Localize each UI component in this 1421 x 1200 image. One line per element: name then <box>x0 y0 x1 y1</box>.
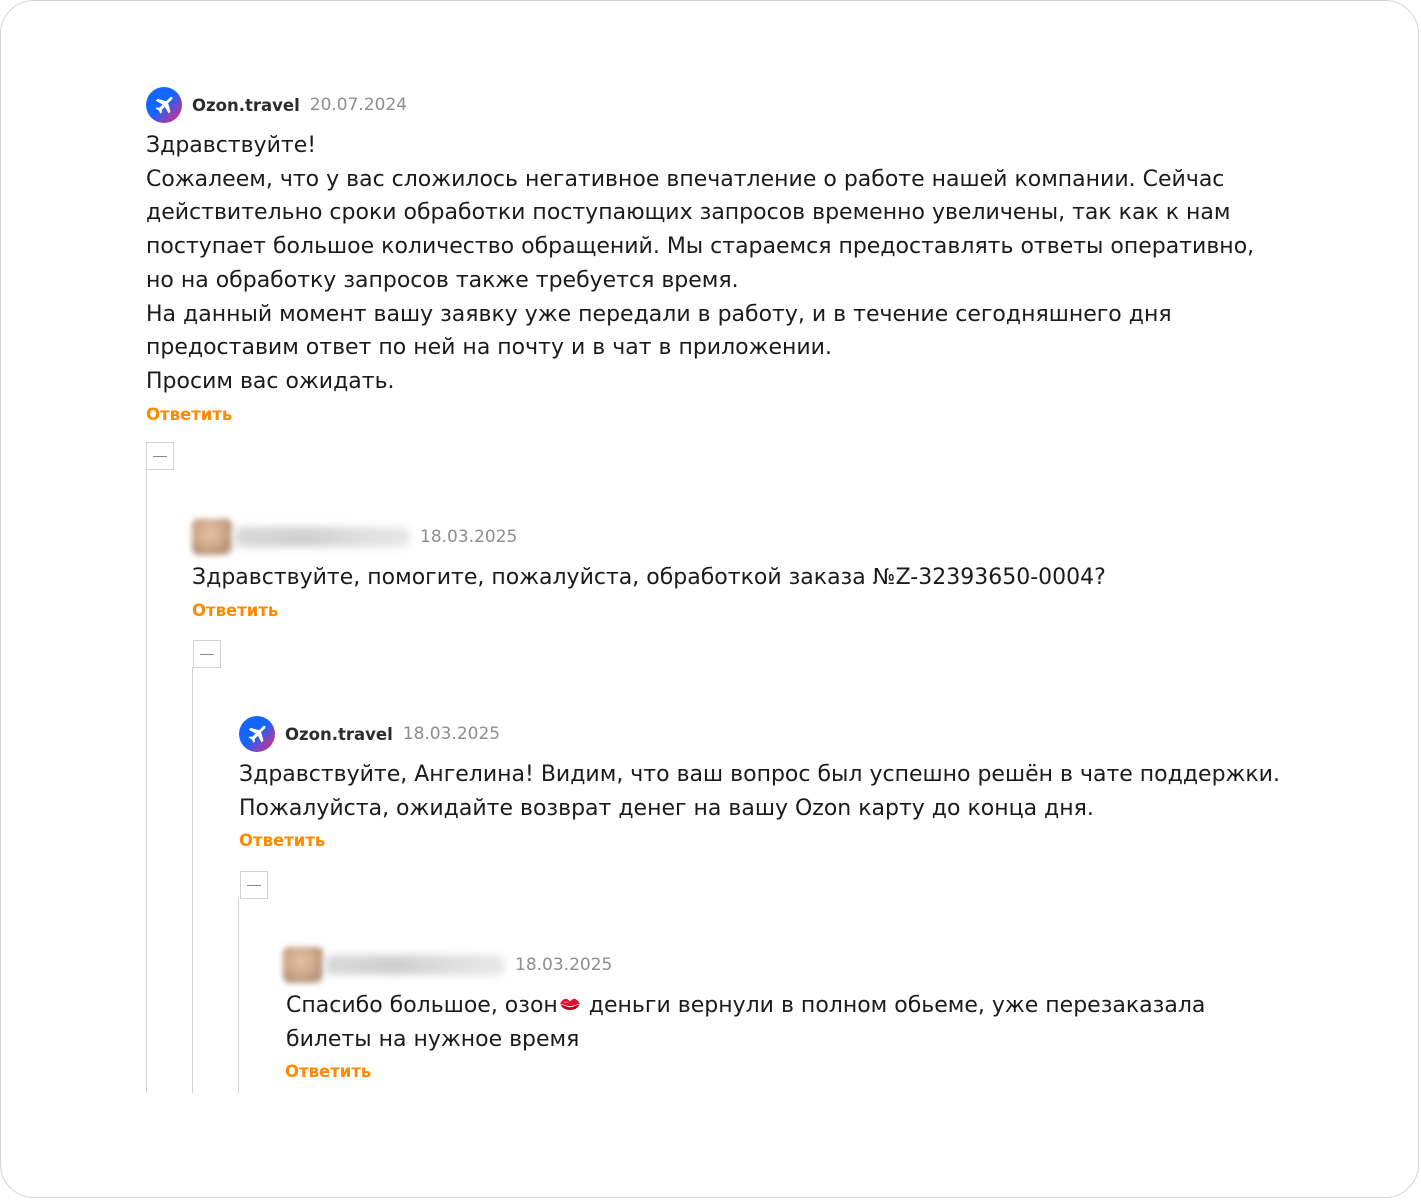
comment-text-line: Пожалуйста, ожидайте возврат денег на ва… <box>239 795 1094 821</box>
airplane-icon <box>248 725 266 743</box>
comment-author[interactable]: Ozon.travel <box>192 96 300 115</box>
collapse-thread-button[interactable] <box>240 871 268 899</box>
comment-user-2: 18.03.2025 Спасибо большое, озон деньги … <box>283 946 1373 1081</box>
comment-text-line: билеты на нужное время <box>286 1026 580 1052</box>
user-avatar[interactable] <box>192 519 232 555</box>
comment-text-part: Спасибо большое, озон <box>286 993 558 1018</box>
comment-text-line: действительно сроки обработки поступающи… <box>146 200 1231 226</box>
kiss-mark-icon <box>559 998 580 1010</box>
user-avatar[interactable] <box>283 947 323 983</box>
thread-line-level-2 <box>192 667 193 1093</box>
comment-ozon-travel-2: Ozon.travel 18.03.2025 Здравствуйте, Анг… <box>239 715 1359 850</box>
comment-text-line: но на обработку запросов также требуется… <box>146 267 739 293</box>
reply-button[interactable]: Ответить <box>285 1062 371 1081</box>
comment-text-line: Здравствуйте! <box>146 133 317 158</box>
comment-text: Здравствуйте, помогите, пожалуйста, обра… <box>192 561 1342 595</box>
comment-text-line: Здравствуйте, помогите, пожалуйста, обра… <box>192 565 1106 590</box>
thread-line-level-1 <box>146 470 147 1093</box>
comment-header: 18.03.2025 <box>283 946 1373 984</box>
comment-header: Ozon.travel 18.03.2025 <box>239 715 1359 753</box>
comment-text-line: Здравствуйте, Ангелина! Видим, что ваш в… <box>239 762 1280 787</box>
comment-date: 18.03.2025 <box>420 527 518 547</box>
comment-text: Здравствуйте, Ангелина! Видим, что ваш в… <box>239 758 1359 825</box>
ozon-travel-avatar[interactable] <box>146 87 182 123</box>
comment-date: 20.07.2024 <box>309 95 408 115</box>
ozon-travel-avatar[interactable] <box>239 716 275 752</box>
comment-date: 18.03.2025 <box>515 955 613 975</box>
comment-text-line: Сожалеем, что у вас сложилось негативное… <box>146 166 1225 192</box>
blurred-author-name <box>234 527 410 547</box>
comment-text-line: предоставим ответ по ней на почту и в ча… <box>146 335 832 361</box>
collapse-thread-button[interactable] <box>146 442 174 470</box>
reply-button[interactable]: Ответить <box>192 601 278 620</box>
comment-header: 18.03.2025 <box>192 518 1342 556</box>
collapse-thread-button[interactable] <box>193 640 221 668</box>
airplane-icon <box>155 96 173 114</box>
comment-text: Спасибо большое, озон деньги вернули в п… <box>286 989 1373 1056</box>
comment-text-line: поступает большое количество обращений. … <box>146 234 1255 260</box>
thread-line-level-3 <box>238 898 239 1093</box>
comment-text-part: деньги вернули в полном обьеме, уже пере… <box>581 993 1206 1018</box>
comment-text: Здравствуйте! Сожалеем, что у вас сложил… <box>146 129 1346 399</box>
reply-button[interactable]: Ответить <box>146 405 232 424</box>
reply-button[interactable]: Ответить <box>239 831 325 850</box>
comment-text-line: Просим вас ожидать. <box>146 368 395 394</box>
comment-author[interactable]: Ozon.travel <box>285 725 393 744</box>
comment-text-line: Спасибо большое, озон деньги вернули в п… <box>286 989 1373 1023</box>
comment-header: Ozon.travel 20.07.2024 <box>146 86 1346 124</box>
blurred-author-name <box>325 955 505 975</box>
comment-user-1: 18.03.2025 Здравствуйте, помогите, пожал… <box>192 518 1342 620</box>
comment-ozon-travel-1: Ozon.travel 20.07.2024 Здравствуйте! Сож… <box>146 86 1346 424</box>
comment-date: 18.03.2025 <box>402 724 501 744</box>
comment-text-line: На данный момент вашу заявку уже передал… <box>146 301 1172 327</box>
